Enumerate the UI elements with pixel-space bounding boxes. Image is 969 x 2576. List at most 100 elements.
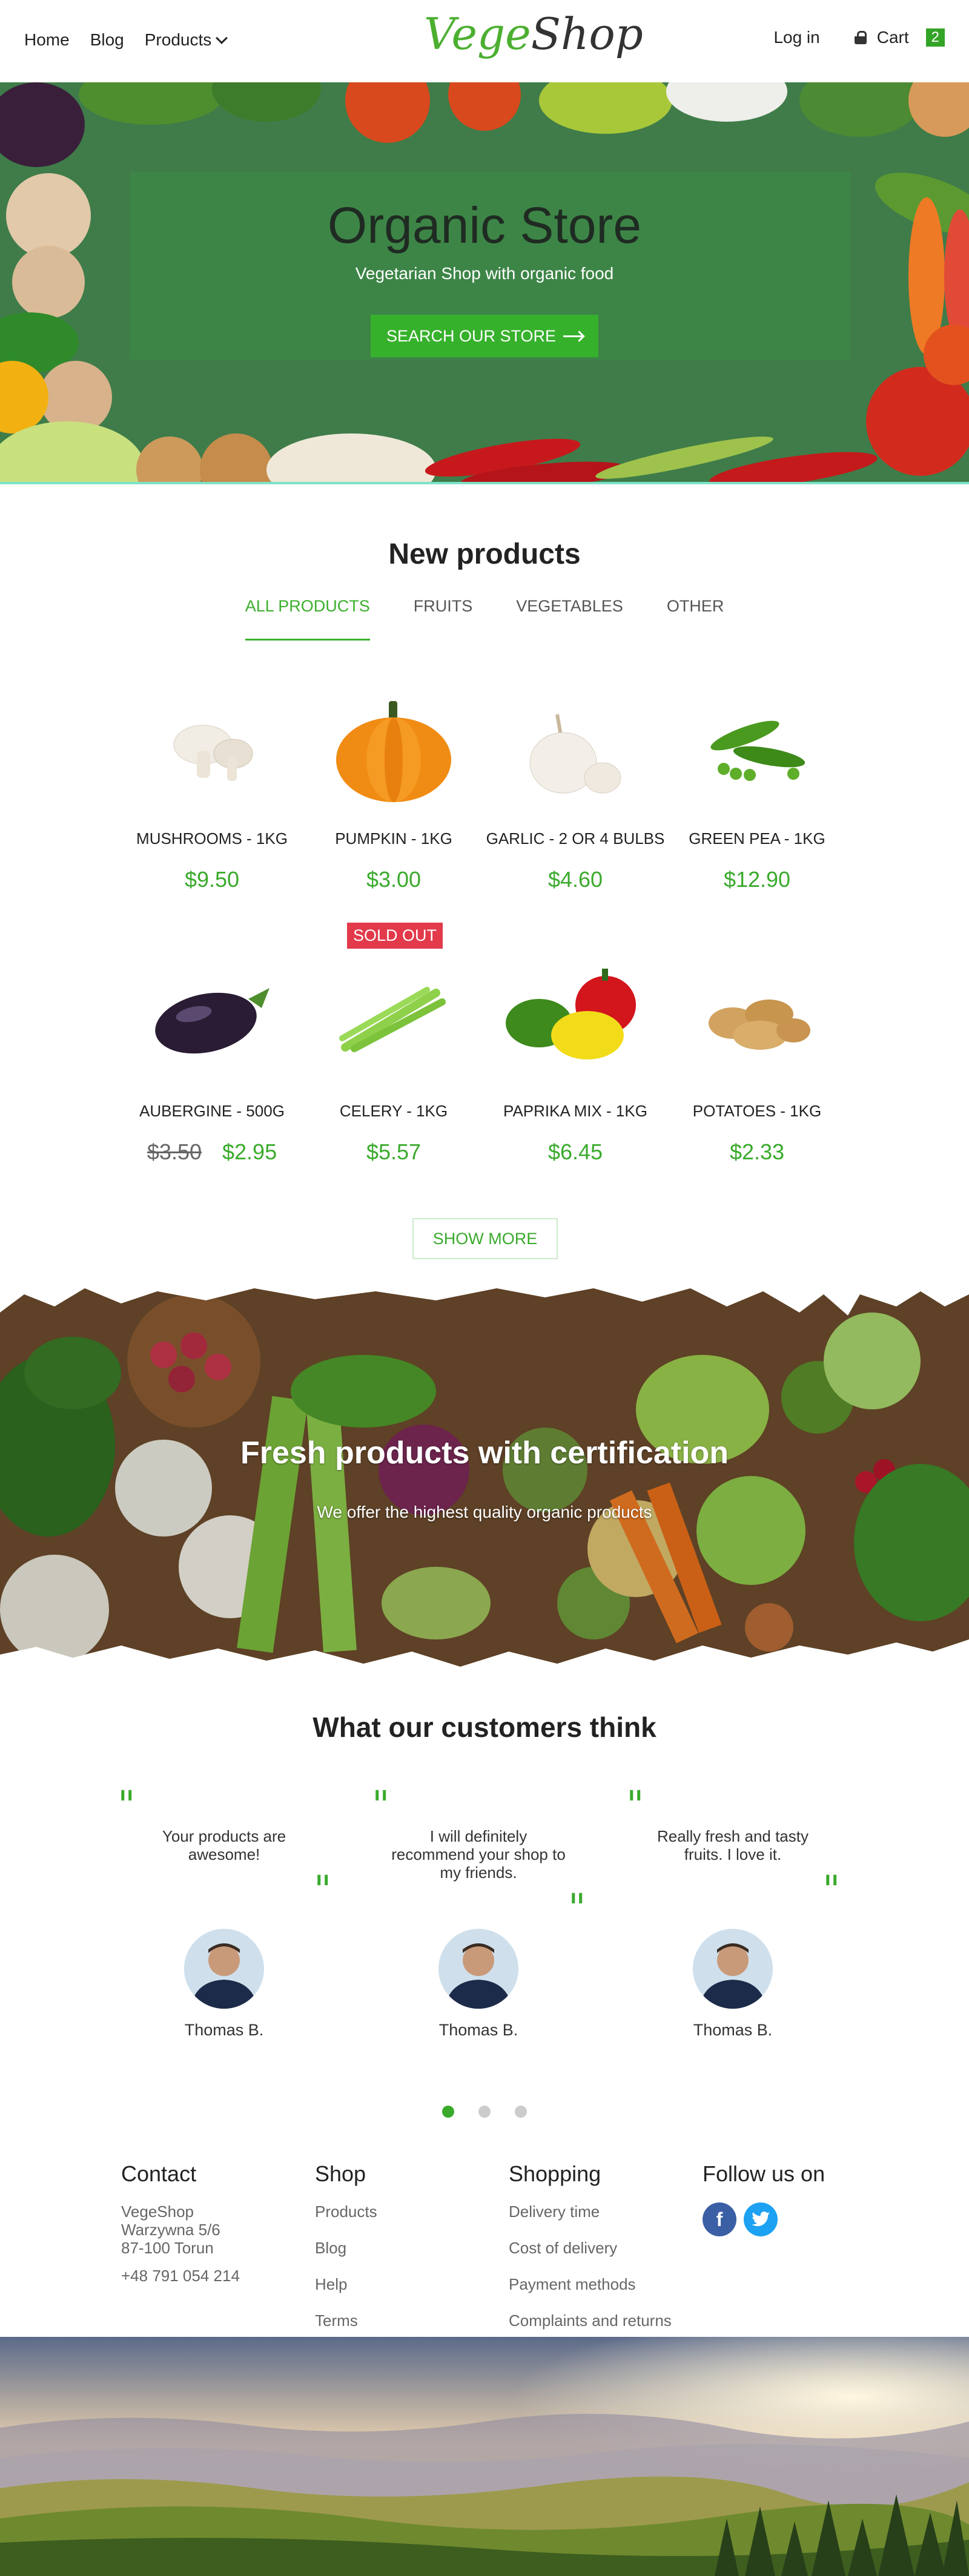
product-name: PUMPKIN - 1KG	[335, 829, 452, 848]
product-tabs: ALL PRODUCTS FRUITS VEGETABLES OTHER	[0, 597, 969, 641]
aubergine-image	[155, 988, 270, 1054]
footer-link-complaints[interactable]: Complaints and returns	[509, 2311, 690, 2330]
avatar	[438, 1929, 518, 2009]
pumpkin-image	[336, 701, 451, 802]
sold-out-badge: SOLD OUT	[347, 923, 443, 949]
quote-open-icon: "	[626, 1783, 644, 1828]
tab-fruits[interactable]: FRUITS	[414, 597, 473, 641]
footer-address-line: 87-100 Torun	[121, 2239, 214, 2257]
quote-open-icon: "	[372, 1783, 390, 1828]
footer-contact: Contact VegeShop Warzywna 5/6 87-100 Tor…	[121, 2161, 303, 2285]
main-nav: Home Blog Products	[24, 30, 228, 50]
fresh-title: Fresh products with certification	[240, 1435, 729, 1471]
footer-link-payment-methods[interactable]: Payment methods	[509, 2275, 690, 2293]
carousel-dot[interactable]	[515, 2106, 527, 2118]
product-card-pumpkin[interactable]: PUMPKIN - 1KG $3.00	[303, 696, 484, 896]
footer-link-cost-of-delivery[interactable]: Cost of delivery	[509, 2239, 690, 2257]
testimonial-text: Your products are awesome!	[162, 1827, 286, 1863]
arrow-right-icon	[563, 335, 583, 337]
user-nav: Log in Cart 2	[773, 28, 945, 47]
product-price: $4.60	[547, 867, 603, 892]
testimonial-card: " I will definitely recommend your shop …	[372, 1780, 586, 2058]
testimonial-text: I will definitely recommend your shop to…	[391, 1827, 566, 1882]
footer-heading: Contact	[121, 2161, 197, 2186]
green-pea-image	[710, 720, 805, 781]
product-card-paprika-mix[interactable]: PAPRIKA MIX - 1KG $6.45	[484, 969, 666, 1168]
nav-home[interactable]: Home	[24, 30, 70, 50]
logo-part-shop: Shop	[531, 8, 643, 59]
tab-all-products[interactable]: ALL PRODUCTS	[245, 597, 370, 641]
product-price: $12.90	[723, 867, 791, 892]
login-link[interactable]: Log in	[773, 28, 819, 47]
product-card-celery[interactable]: CELERY - 1KG $5.57	[303, 969, 484, 1168]
tab-other[interactable]: OTHER	[667, 597, 724, 641]
footer-link-help[interactable]: Help	[315, 2275, 497, 2293]
hero-subtitle: Vegetarian Shop with organic food	[355, 264, 614, 283]
hero-title: Organic Store	[327, 197, 642, 254]
quote-close-icon: "	[568, 1886, 586, 1931]
product-name: MUSHROOMS - 1KG	[136, 829, 288, 848]
carousel-dot[interactable]	[442, 2106, 454, 2118]
product-name: POTATOES - 1KG	[692, 1102, 822, 1120]
product-name: GREEN PEA - 1KG	[689, 829, 825, 848]
product-price: $9.50	[184, 867, 240, 892]
footer-phone[interactable]: +48 791 054 214	[121, 2267, 303, 2285]
avatar	[184, 1929, 264, 2009]
testimonial-text: Really fresh and tasty fruits. I love it…	[656, 1827, 809, 1863]
testimonial-author: Thomas B.	[184, 2021, 264, 2039]
facebook-icon[interactable]: f	[703, 2202, 736, 2236]
show-more-button[interactable]: SHOW MORE	[412, 1218, 558, 1259]
site-logo[interactable]: VegeShop	[424, 12, 643, 56]
product-name: PAPRIKA MIX - 1KG	[503, 1102, 647, 1120]
testimonial-author: Thomas B.	[438, 2021, 518, 2039]
basket-icon	[853, 31, 868, 44]
product-card-mushrooms[interactable]: MUSHROOMS - 1KG $9.50	[121, 696, 303, 896]
site-header: Home Blog Products VegeShop Log in Cart …	[0, 0, 969, 82]
nav-products[interactable]: Products	[144, 30, 228, 50]
paprika-image	[506, 969, 636, 1059]
quote-close-icon: "	[314, 1868, 332, 1912]
quote-open-icon: "	[117, 1783, 136, 1828]
celery-image	[339, 987, 446, 1052]
product-name: GARLIC - 2 OR 4 BULBS	[486, 829, 665, 848]
footer-heading: Follow us on	[703, 2161, 825, 2186]
avatar	[693, 1929, 773, 2009]
footer-link-terms[interactable]: Terms	[315, 2311, 497, 2330]
garlic-image	[529, 714, 621, 794]
new-products-title: New products	[388, 538, 581, 570]
logo-part-vege: Vege	[424, 8, 531, 59]
footer-link-delivery-time[interactable]: Delivery time	[509, 2202, 690, 2221]
product-price: $3.00	[366, 867, 422, 892]
search-store-button[interactable]: SEARCH OUR STORE	[371, 315, 598, 357]
footer-link-blog[interactable]: Blog	[315, 2239, 497, 2257]
product-card-garlic[interactable]: GARLIC - 2 OR 4 BULBS $4.60	[484, 696, 666, 896]
testimonial-card: " Really fresh and tasty fruits. I love …	[626, 1780, 840, 2058]
fresh-subtitle: We offer the highest quality organic pro…	[317, 1503, 652, 1521]
tab-vegetables[interactable]: VEGETABLES	[516, 597, 623, 641]
nav-products-label: Products	[144, 30, 212, 49]
carousel-dot[interactable]	[478, 2106, 491, 2118]
footer-heading: Shopping	[509, 2161, 601, 2186]
testimonial-author: Thomas B.	[693, 2021, 773, 2039]
product-price: $6.45	[547, 1139, 603, 1164]
nav-blog[interactable]: Blog	[90, 30, 124, 50]
twitter-icon[interactable]	[744, 2202, 778, 2236]
chevron-down-icon	[216, 32, 228, 44]
quote-close-icon: "	[822, 1868, 841, 1912]
footer-address-line: Warzywna 5/6	[121, 2221, 220, 2239]
product-price-row: $3.50 $2.95	[121, 1139, 303, 1165]
product-card-potatoes[interactable]: POTATOES - 1KG $2.33	[666, 969, 848, 1168]
cart-label: Cart	[876, 28, 909, 47]
product-price: $5.57	[366, 1139, 422, 1164]
cart-count-badge: 2	[925, 28, 945, 47]
product-card-green-pea[interactable]: GREEN PEA - 1KG $12.90	[666, 696, 848, 896]
fresh-vegetables-image	[0, 1288, 969, 1667]
footer-shopping: Shopping Delivery time Cost of delivery …	[509, 2161, 690, 2348]
cart-button[interactable]: Cart 2	[853, 28, 945, 47]
footer-heading: Shop	[315, 2161, 366, 2186]
product-price: $2.33	[729, 1139, 785, 1164]
product-card-aubergine[interactable]: AUBERGINE - 500G $3.50 $2.95	[121, 969, 303, 1168]
product-name: AUBERGINE - 500G	[139, 1102, 285, 1120]
footer-link-products[interactable]: Products	[315, 2202, 497, 2221]
footer-address-line: VegeShop	[121, 2202, 194, 2221]
